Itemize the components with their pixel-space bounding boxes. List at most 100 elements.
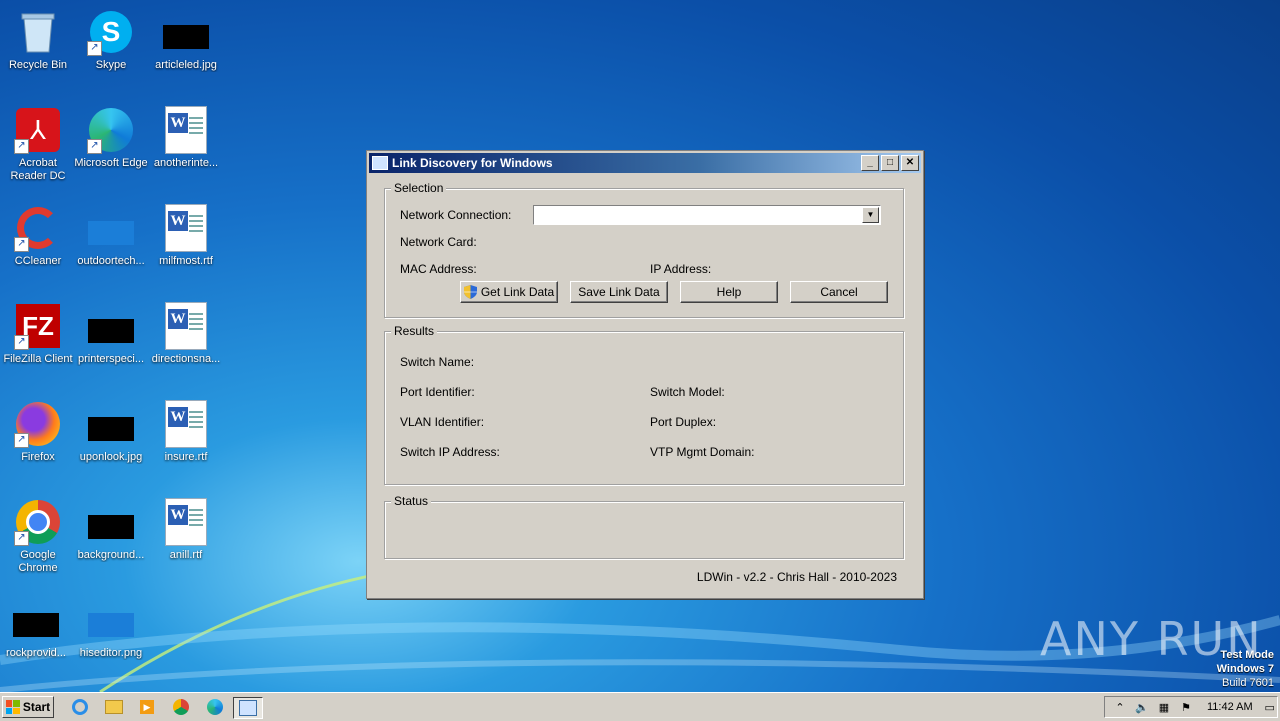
image-thumbnail-icon — [87, 498, 135, 546]
desktop-icon-label: background... — [77, 549, 145, 561]
minimize-button[interactable]: _ — [861, 155, 879, 171]
results-group-title: Results — [391, 324, 438, 338]
status-group-title: Status — [391, 494, 432, 508]
desktop-icon-anotherinte[interactable]: W anotherinte... — [148, 106, 224, 170]
switch-ip-label: Switch IP Address: — [400, 445, 500, 459]
word-document-icon: W — [162, 106, 210, 154]
recycle-bin-icon — [14, 8, 62, 56]
network-app-icon — [239, 700, 257, 716]
desktop-icon-label: Microsoft Edge — [74, 157, 148, 169]
desktop-icon-articleled[interactable]: articleled.jpg — [148, 8, 224, 72]
show-desktop-icon[interactable]: ▭ — [1263, 700, 1277, 714]
network-app-icon — [372, 156, 388, 170]
desktop-icon-insure[interactable]: W insure.rtf — [148, 400, 224, 464]
desktop-icon-label: anill.rtf — [169, 549, 203, 561]
desktop-icon-label: directionsna... — [151, 353, 221, 365]
desktop-icon-outdoortech[interactable]: outdoortech... — [73, 204, 149, 268]
taskbar-ldwin[interactable] — [233, 697, 263, 719]
desktop-icon-ccleaner[interactable]: ↗ CCleaner — [0, 204, 76, 268]
desktop-icon-hiseditor[interactable]: hiseditor.png — [73, 596, 149, 660]
chrome-icon — [173, 699, 189, 715]
help-button[interactable]: Help — [680, 281, 778, 303]
desktop-icon-label: CCleaner — [14, 255, 62, 267]
maximize-button[interactable]: □ — [881, 155, 899, 171]
desktop-icon-label: rockprovid... — [6, 647, 66, 659]
action-center-flag-icon[interactable]: ⚑ — [1179, 700, 1193, 714]
desktop-icon-label: Recycle Bin — [8, 59, 68, 71]
media-player-icon: ▶ — [140, 700, 154, 714]
system-tray: ⌃ 🔈 ▦ ⚑ 11:42 AM ▭ — [1104, 696, 1278, 718]
shortcut-arrow-icon: ↗ — [14, 531, 29, 546]
taskbar-media-player[interactable]: ▶ — [137, 697, 157, 717]
window-titlebar[interactable]: Link Discovery for Windows _ □ ✕ — [369, 153, 921, 173]
network-icon[interactable]: ▦ — [1157, 700, 1171, 714]
desktop-icon-rockprovid[interactable]: rockprovid... — [0, 596, 74, 660]
test-mode-notice: Test Mode Windows 7 Build 7601 — [1217, 648, 1274, 690]
word-document-icon: W — [162, 302, 210, 350]
desktop-icon-label: insure.rtf — [164, 451, 208, 463]
windows-version-line: Windows 7 — [1216, 663, 1274, 675]
image-thumbnail-icon — [162, 8, 210, 56]
desktop-icon-background[interactable]: background... — [73, 498, 149, 562]
shortcut-arrow-icon: ↗ — [14, 139, 29, 154]
desktop-icon-chrome[interactable]: ↗ Google Chrome — [0, 498, 76, 575]
desktop-icon-filezilla[interactable]: FZ ↗ FileZilla Client — [0, 302, 76, 366]
get-link-data-button[interactable]: Get Link Data — [460, 281, 558, 303]
start-button[interactable]: Start — [2, 696, 54, 718]
show-hidden-icons-icon[interactable]: ⌃ — [1113, 700, 1127, 714]
save-link-data-button[interactable]: Save Link Data — [570, 281, 668, 303]
network-connection-combobox[interactable]: ▼ — [533, 205, 881, 225]
close-button[interactable]: ✕ — [901, 155, 919, 171]
desktop-icon-acrobat[interactable]: ⅄ ↗ Acrobat Reader DC — [0, 106, 76, 183]
uac-shield-icon — [463, 285, 477, 299]
ccleaner-icon: ↗ — [14, 204, 62, 252]
build-line: Build 7601 — [1222, 677, 1274, 689]
desktop-icon-recycle-bin[interactable]: Recycle Bin — [0, 8, 76, 72]
taskbar-chrome[interactable] — [171, 697, 191, 717]
folder-icon — [105, 700, 123, 714]
shortcut-arrow-icon: ↗ — [14, 335, 29, 350]
selection-group-title: Selection — [391, 181, 447, 195]
acrobat-icon: ⅄ ↗ — [14, 106, 62, 154]
shortcut-arrow-icon: ↗ — [14, 433, 29, 448]
word-document-icon: W — [162, 204, 210, 252]
image-thumbnail-icon — [87, 400, 135, 448]
image-thumbnail-icon — [87, 302, 135, 350]
desktop-icon-uponlook[interactable]: uponlook.jpg — [73, 400, 149, 464]
port-duplex-label: Port Duplex: — [650, 415, 717, 429]
taskbar-clock[interactable]: 11:42 AM — [1207, 701, 1253, 713]
volume-icon[interactable]: 🔈 — [1135, 700, 1149, 714]
shortcut-arrow-icon: ↗ — [87, 41, 102, 56]
filezilla-icon: FZ ↗ — [14, 302, 62, 350]
word-document-icon: W — [162, 400, 210, 448]
desktop-icon-anill[interactable]: W anill.rtf — [148, 498, 224, 562]
desktop-icon-firefox[interactable]: ↗ Firefox — [0, 400, 76, 464]
shortcut-arrow-icon: ↗ — [14, 237, 29, 252]
taskbar-ie[interactable] — [70, 697, 90, 717]
desktop-icon-label: Acrobat Reader DC — [10, 157, 66, 182]
dropdown-arrow-icon[interactable]: ▼ — [862, 207, 879, 223]
ip-address-label: IP Address: — [650, 262, 712, 276]
desktop-icon-label: Skype — [95, 59, 127, 71]
version-footer: LDWin - v2.2 - Chris Hall - 2010-2023 — [696, 570, 897, 584]
taskbar-edge[interactable] — [205, 697, 225, 717]
desktop-icon-directionsna[interactable]: W directionsna... — [148, 302, 224, 366]
ldwin-window: Link Discovery for Windows _ □ ✕ Selecti… — [366, 150, 924, 599]
taskbar: Start ▶ ⌃ 🔈 ▦ ⚑ 11:42 AM ▭ — [0, 692, 1280, 721]
taskbar-explorer[interactable] — [104, 697, 124, 717]
edge-icon: ↗ — [87, 106, 135, 154]
switch-model-label: Switch Model: — [650, 385, 725, 399]
mac-address-label: MAC Address: — [400, 262, 477, 276]
desktop-icon-skype[interactable]: S ↗ Skype — [73, 8, 149, 72]
desktop-icon-edge[interactable]: ↗ Microsoft Edge — [73, 106, 149, 170]
selection-group: Selection Network Connection: ▼ Network … — [384, 181, 904, 318]
network-connection-label: Network Connection: — [400, 208, 512, 222]
port-identifier-label: Port Identifier: — [400, 385, 475, 399]
vlan-identifier-label: VLAN Identifier: — [400, 415, 485, 429]
desktop-icon-label: outdoortech... — [77, 255, 145, 267]
desktop-icon-printerspeci[interactable]: printerspeci... — [73, 302, 149, 366]
desktop-icon-milfmost[interactable]: W milfmost.rtf — [148, 204, 224, 268]
desktop-icon-label: hiseditor.png — [79, 647, 143, 659]
chrome-icon: ↗ — [14, 498, 62, 546]
cancel-button[interactable]: Cancel — [790, 281, 888, 303]
